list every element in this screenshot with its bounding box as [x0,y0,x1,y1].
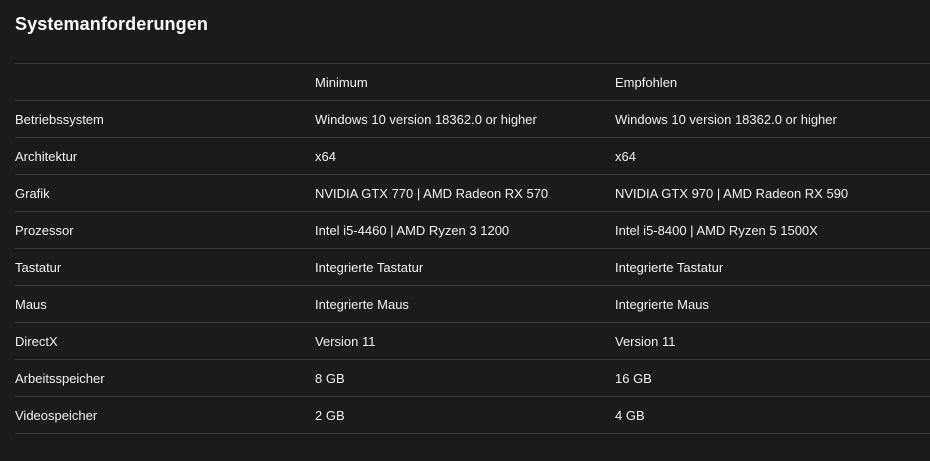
row-minimum-value: Integrierte Maus [315,296,409,312]
table-row: Arbeitsspeicher 8 GB 16 GB [15,359,930,396]
row-recommended-value: 16 GB [615,370,652,386]
row-minimum-value: Integrierte Tastatur [315,259,424,275]
row-minimum-value: Version 11 [315,333,376,349]
row-label: Tastatur [15,259,62,275]
requirements-table: Minimum Empfohlen Betriebssystem Windows… [15,63,930,434]
table-row: Architektur x64 x64 [15,137,930,174]
row-recommended-value: Integrierte Tastatur [615,259,724,275]
row-recommended-value: Integrierte Maus [615,296,709,312]
table-row: Prozessor Intel i5-4460 | AMD Ryzen 3 12… [15,211,930,248]
table-row: Maus Integrierte Maus Integrierte Maus [15,285,930,322]
row-recommended-value: NVIDIA GTX 970 | AMD Radeon RX 590 [615,185,849,201]
table-row: Tastatur Integrierte Tastatur Integriert… [15,248,930,285]
header-minimum: Minimum [315,74,368,90]
table-row: DirectX Version 11 Version 11 [15,322,930,359]
row-recommended-value: x64 [615,148,636,164]
row-minimum-value: 8 GB [315,370,345,386]
row-recommended-value: Version 11 [615,333,676,349]
row-label: Arbeitsspeicher [15,370,105,386]
row-label: Architektur [15,148,78,164]
row-label: Videospeicher [15,407,98,423]
row-minimum-value: NVIDIA GTX 770 | AMD Radeon RX 570 [315,185,549,201]
row-minimum-value: 2 GB [315,407,345,423]
row-minimum-value: Intel i5-4460 | AMD Ryzen 3 1200 [315,222,510,238]
row-minimum-value: x64 [315,148,336,164]
table-row: Grafik NVIDIA GTX 770 | AMD Radeon RX 57… [15,174,930,211]
row-recommended-value: Windows 10 version 18362.0 or higher [615,111,837,127]
row-label: Grafik [15,185,50,201]
table-row: Betriebssystem Windows 10 version 18362.… [15,100,930,137]
system-requirements-section: Systemanforderungen Minimum Empfohlen Be… [0,0,930,461]
header-recommended: Empfohlen [615,74,678,90]
row-recommended-value: Intel i5-8400 | AMD Ryzen 5 1500X [615,222,818,238]
table-row: Videospeicher 2 GB 4 GB [15,396,930,434]
table-header-row: Minimum Empfohlen [15,63,930,100]
row-label: Betriebssystem [15,111,104,127]
row-label: Maus [15,296,47,312]
row-minimum-value: Windows 10 version 18362.0 or higher [315,111,537,127]
row-recommended-value: 4 GB [615,407,645,423]
section-title: Systemanforderungen [15,14,208,34]
row-label: Prozessor [15,222,74,238]
row-label: DirectX [15,333,58,349]
